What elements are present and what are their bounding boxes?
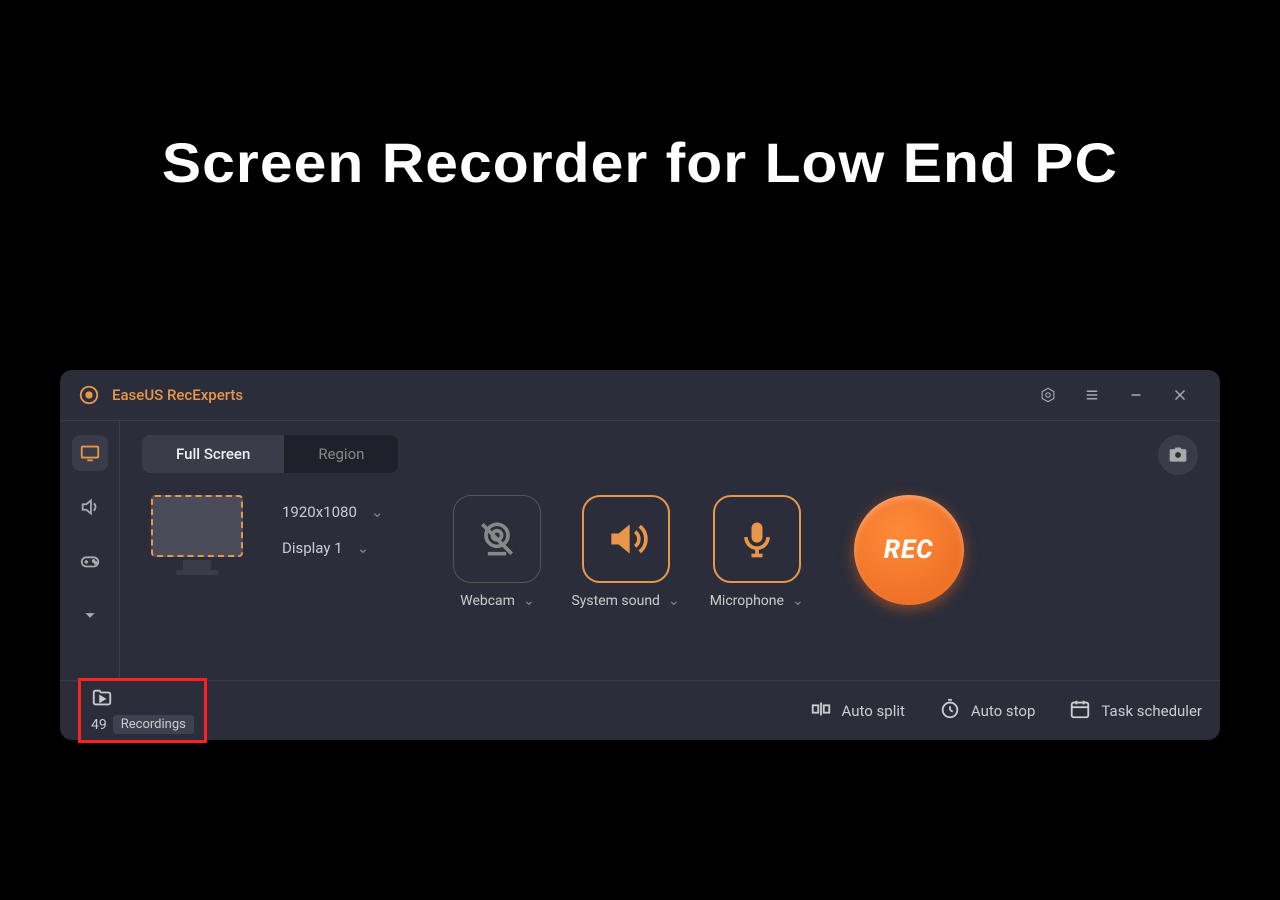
options-row: 1920x1080 ⌄ Display 1 ⌄ Webcam bbox=[142, 495, 1198, 609]
chevron-down-icon: ⌄ bbox=[792, 593, 804, 609]
app-body: Full Screen Region 1920x1080 ⌄ bbox=[60, 420, 1220, 680]
system-sound-dropdown[interactable]: System sound ⌄ bbox=[571, 593, 679, 609]
auto-split-button[interactable]: Auto split bbox=[810, 698, 905, 724]
microphone-source: Microphone ⌄ bbox=[710, 495, 804, 609]
footer: 49 Recordings Auto split Auto stop Task … bbox=[60, 680, 1220, 740]
display-settings: 1920x1080 ⌄ Display 1 ⌄ bbox=[282, 495, 383, 557]
sidebar-item-game[interactable] bbox=[72, 543, 108, 579]
menu-button[interactable] bbox=[1070, 373, 1114, 417]
resolution-dropdown[interactable]: 1920x1080 ⌄ bbox=[282, 503, 383, 521]
source-group: Webcam ⌄ System sound ⌄ bbox=[453, 495, 803, 609]
microphone-label: Microphone bbox=[710, 593, 784, 609]
sidebar-item-more[interactable] bbox=[72, 597, 108, 633]
close-button[interactable] bbox=[1158, 373, 1202, 417]
system-sound-toggle[interactable] bbox=[582, 495, 670, 583]
sidebar bbox=[60, 421, 120, 680]
app-title: EaseUS RecExperts bbox=[112, 386, 243, 404]
monitor-screen-icon bbox=[151, 495, 243, 557]
tab-full-screen[interactable]: Full Screen bbox=[142, 435, 284, 473]
folder-play-icon bbox=[91, 687, 113, 713]
display-value: Display 1 bbox=[282, 539, 343, 557]
sidebar-item-audio[interactable] bbox=[72, 489, 108, 525]
record-button[interactable]: REC bbox=[854, 495, 964, 605]
sidebar-item-screen[interactable] bbox=[72, 435, 108, 471]
webcam-dropdown[interactable]: Webcam ⌄ bbox=[460, 593, 534, 609]
chevron-down-icon: ⌄ bbox=[371, 503, 384, 521]
capture-mode-tabs: Full Screen Region bbox=[142, 435, 398, 473]
auto-split-icon bbox=[810, 698, 832, 724]
recordings-count: 49 bbox=[91, 717, 107, 733]
calendar-icon bbox=[1069, 698, 1091, 724]
chevron-down-icon: ⌄ bbox=[523, 593, 535, 609]
task-scheduler-button[interactable]: Task scheduler bbox=[1069, 698, 1202, 724]
webcam-label: Webcam bbox=[460, 593, 515, 609]
system-sound-source: System sound ⌄ bbox=[571, 495, 679, 609]
tab-region[interactable]: Region bbox=[284, 435, 398, 473]
webcam-source: Webcam ⌄ bbox=[453, 495, 541, 609]
display-dropdown[interactable]: Display 1 ⌄ bbox=[282, 539, 383, 557]
screenshot-button[interactable] bbox=[1158, 435, 1198, 475]
record-button-label: REC bbox=[884, 535, 934, 565]
titlebar: EaseUS RecExperts bbox=[60, 370, 1220, 420]
microphone-dropdown[interactable]: Microphone ⌄ bbox=[710, 593, 804, 609]
webcam-toggle[interactable] bbox=[453, 495, 541, 583]
chevron-down-icon: ⌄ bbox=[357, 539, 370, 557]
recordings-button[interactable]: 49 Recordings bbox=[78, 678, 207, 743]
minimize-button[interactable] bbox=[1114, 373, 1158, 417]
app-logo-icon bbox=[78, 384, 100, 406]
resolution-value: 1920x1080 bbox=[282, 503, 357, 521]
task-scheduler-label: Task scheduler bbox=[1101, 702, 1202, 720]
app-window: EaseUS RecExperts bbox=[60, 370, 1220, 740]
recordings-label: Recordings bbox=[113, 715, 194, 734]
main-panel: Full Screen Region 1920x1080 ⌄ bbox=[120, 421, 1220, 680]
clock-icon bbox=[939, 698, 961, 724]
system-sound-label: System sound bbox=[571, 593, 659, 609]
settings-button[interactable] bbox=[1026, 373, 1070, 417]
microphone-toggle[interactable] bbox=[713, 495, 801, 583]
monitor-preview[interactable] bbox=[142, 495, 252, 585]
auto-split-label: Auto split bbox=[842, 702, 905, 720]
auto-stop-label: Auto stop bbox=[971, 702, 1036, 720]
auto-stop-button[interactable]: Auto stop bbox=[939, 698, 1036, 724]
hero-title: Screen Recorder for Low End PC bbox=[0, 0, 1280, 195]
chevron-down-icon: ⌄ bbox=[668, 593, 680, 609]
